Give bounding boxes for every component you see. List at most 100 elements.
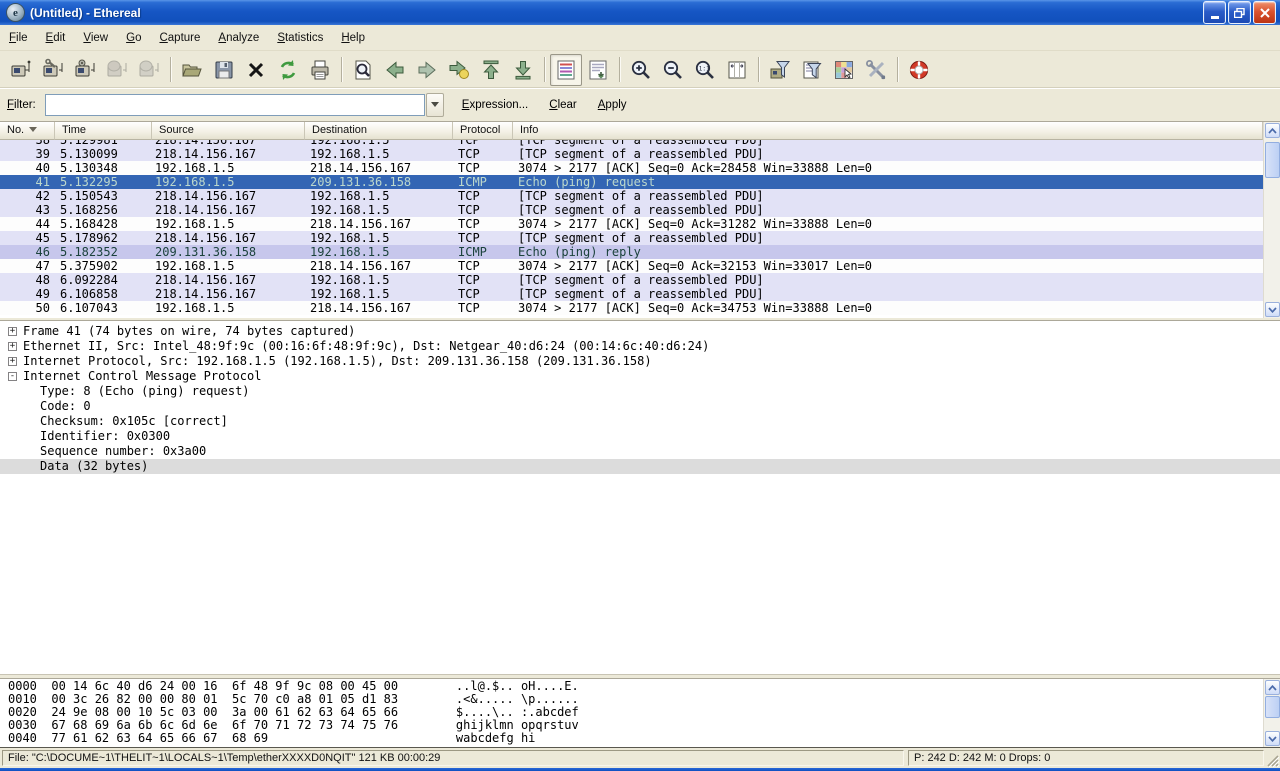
window-title: (Untitled) - Ethereal [30, 6, 1201, 20]
scrollbar-thumb[interactable] [1265, 142, 1280, 178]
interfaces-icon [9, 58, 33, 82]
colorize-button[interactable] [550, 54, 582, 86]
expand-icon[interactable]: + [8, 342, 17, 351]
menu-file[interactable]: File [0, 28, 37, 48]
menu-help[interactable]: Help [332, 28, 374, 48]
capture-filter-button[interactable] [764, 54, 796, 86]
capture-start-button[interactable] [69, 54, 101, 86]
menu-capture[interactable]: Capture [150, 28, 209, 48]
menu-edit[interactable]: Edit [37, 28, 75, 48]
filter-input[interactable] [45, 94, 425, 116]
find-button[interactable] [347, 54, 379, 86]
menu-statistics[interactable]: Statistics [268, 28, 332, 48]
close-button[interactable] [1253, 1, 1276, 24]
menu-view[interactable]: View [74, 28, 117, 48]
capture-options-button[interactable] [37, 54, 69, 86]
packet-row-44[interactable]: 445.168428192.168.1.5218.14.156.167TCP30… [0, 217, 1263, 231]
go-back-button[interactable] [379, 54, 411, 86]
packet-row-38[interactable]: 385.129981218.14.156.167192.168.1.5TCP[T… [0, 140, 1263, 147]
preferences-button[interactable] [860, 54, 892, 86]
go-to-top-button[interactable] [475, 54, 507, 86]
close-capture-button[interactable] [240, 54, 272, 86]
go-to-packet-button[interactable] [443, 54, 475, 86]
column-header-no[interactable]: No. [0, 122, 55, 140]
packet-row-42[interactable]: 425.150543218.14.156.167192.168.1.5TCP[T… [0, 189, 1263, 203]
help-button[interactable] [903, 54, 935, 86]
sort-indicator-icon [29, 127, 37, 132]
open-button[interactable] [176, 54, 208, 86]
packet-list-scrollbar[interactable] [1263, 122, 1280, 318]
save-button[interactable] [208, 54, 240, 86]
packet-row-41[interactable]: 415.132295192.168.1.5209.131.36.158ICMPE… [0, 175, 1263, 189]
filter-clear-button[interactable]: Clear [546, 97, 580, 113]
coloring-rules-icon [832, 58, 856, 82]
detail-line[interactable]: -Internet Control Message Protocol [0, 369, 1280, 384]
hex-scrollbar[interactable] [1263, 679, 1280, 747]
capture-stop-button[interactable] [101, 54, 133, 86]
detail-line[interactable]: Data (32 bytes) [0, 459, 1280, 474]
display-filter-button[interactable] [796, 54, 828, 86]
go-to-top-icon [479, 58, 503, 82]
packet-row-45[interactable]: 455.178962218.14.156.167192.168.1.5TCP[T… [0, 231, 1263, 245]
collapse-icon[interactable]: - [8, 372, 17, 381]
interfaces-button[interactable] [5, 54, 37, 86]
zoom-in-button[interactable] [625, 54, 657, 86]
resize-columns-button[interactable] [721, 54, 753, 86]
column-header-dst[interactable]: Destination [305, 122, 453, 140]
capture-restart-button[interactable] [133, 54, 165, 86]
scroll-up-button[interactable] [1265, 123, 1280, 138]
column-header-info[interactable]: Info [513, 122, 1263, 140]
packet-row-47[interactable]: 475.375902192.168.1.5218.14.156.167TCP30… [0, 259, 1263, 273]
column-header-proto[interactable]: Protocol [453, 122, 513, 140]
packet-row-46[interactable]: 465.182352209.131.36.158192.168.1.5ICMPE… [0, 245, 1263, 259]
zoom-100-button[interactable]: 1:1 [689, 54, 721, 86]
go-to-bottom-button[interactable] [507, 54, 539, 86]
detail-line[interactable]: +Internet Protocol, Src: 192.168.1.5 (19… [0, 354, 1280, 369]
minimize-button[interactable] [1203, 1, 1226, 24]
detail-line[interactable]: +Frame 41 (74 bytes on wire, 74 bytes ca… [0, 324, 1280, 339]
packet-row-48[interactable]: 486.092284218.14.156.167192.168.1.5TCP[T… [0, 273, 1263, 287]
filter-expression-button[interactable]: Expression... [459, 97, 531, 113]
reload-button[interactable] [272, 54, 304, 86]
filter-dropdown-button[interactable] [426, 93, 444, 117]
packet-row-50[interactable]: 506.107043192.168.1.5218.14.156.167TCP30… [0, 301, 1263, 315]
packet-row-43[interactable]: 435.168256218.14.156.167192.168.1.5TCP[T… [0, 203, 1263, 217]
coloring-rules-button[interactable] [828, 54, 860, 86]
column-header-src[interactable]: Source [152, 122, 305, 140]
restore-button[interactable] [1228, 1, 1251, 24]
back-icon [383, 58, 407, 82]
scrollbar-thumb[interactable] [1265, 696, 1280, 718]
detail-line[interactable]: Sequence number: 0x3a00 [0, 444, 1280, 459]
detail-line[interactable]: Identifier: 0x0300 [0, 429, 1280, 444]
scroll-down-button[interactable] [1265, 302, 1280, 317]
title-bar: e (Untitled) - Ethereal [0, 0, 1280, 25]
filter-apply-button[interactable]: Apply [595, 97, 630, 113]
detail-line[interactable]: Checksum: 0x105c [correct] [0, 414, 1280, 429]
scroll-down-button[interactable] [1265, 731, 1280, 746]
detail-line[interactable]: Type: 8 (Echo (ping) request) [0, 384, 1280, 399]
reload-icon [276, 58, 300, 82]
menu-go[interactable]: Go [117, 28, 150, 48]
scroll-down-icon [1268, 736, 1277, 742]
hex-line[interactable]: 0040 77 61 62 63 64 65 66 67 68 69 wabcd… [8, 732, 1280, 745]
auto-scroll-button[interactable] [582, 54, 614, 86]
packet-row-39[interactable]: 395.130099218.14.156.167192.168.1.5TCP[T… [0, 147, 1263, 161]
detail-line[interactable]: +Ethernet II, Src: Intel_48:9f:9c (00:16… [0, 339, 1280, 354]
resize-grip[interactable] [1265, 753, 1279, 767]
go-to-bottom-icon [511, 58, 535, 82]
go-forward-button[interactable] [411, 54, 443, 86]
packet-row-40[interactable]: 405.130348192.168.1.5218.14.156.167TCP30… [0, 161, 1263, 175]
scroll-up-icon [1268, 685, 1277, 691]
zoom-out-button[interactable] [657, 54, 689, 86]
toolbar-separator [341, 57, 342, 82]
print-button[interactable] [304, 54, 336, 86]
column-header-time[interactable]: Time [55, 122, 152, 140]
scroll-up-icon [1268, 128, 1277, 134]
expand-icon[interactable]: + [8, 327, 17, 336]
menu-analyze[interactable]: Analyze [209, 28, 268, 48]
scroll-up-button[interactable] [1265, 680, 1280, 695]
zoom-100-icon: 1:1 [693, 58, 717, 82]
expand-icon[interactable]: + [8, 357, 17, 366]
detail-line[interactable]: Code: 0 [0, 399, 1280, 414]
packet-row-49[interactable]: 496.106858218.14.156.167192.168.1.5TCP[T… [0, 287, 1263, 301]
